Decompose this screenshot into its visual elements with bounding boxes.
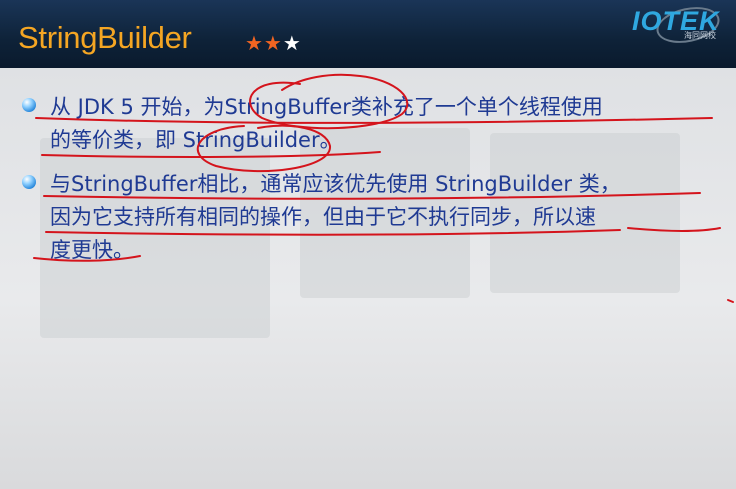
bullet-paragraph-2: 与StringBuffer相比，通常应该优先使用 StringBuilder 类… bbox=[50, 168, 621, 267]
bullet-icon bbox=[22, 175, 36, 189]
text-line: 从 JDK 5 开始，为StringBuffer类补充了一个单个线程使用 bbox=[50, 95, 603, 119]
bullet-paragraph-1: 从 JDK 5 开始，为StringBuffer类补充了一个单个线程使用 的等价… bbox=[50, 91, 603, 157]
rating-stars: ★★★ bbox=[245, 31, 302, 55]
text-line: 与StringBuffer相比，通常应该优先使用 StringBuilder 类… bbox=[50, 172, 621, 196]
star-empty-icon: ★ bbox=[282, 31, 302, 55]
text-line: 度更快。 bbox=[50, 238, 134, 262]
bullet-icon bbox=[22, 98, 36, 112]
text-line: 的等价类，即 StringBuilder。 bbox=[50, 128, 341, 152]
text-line: 因为它支持所有相同的操作，但由于它不执行同步，所以速 bbox=[50, 205, 596, 229]
slide-title: StringBuilder bbox=[18, 20, 192, 55]
slide-header: StringBuilder ★★★ IOTEK 海同网校 bbox=[0, 0, 736, 68]
brand-logo-tagline: 海同网校 bbox=[684, 31, 716, 40]
star-filled-icon: ★★ bbox=[245, 31, 283, 55]
